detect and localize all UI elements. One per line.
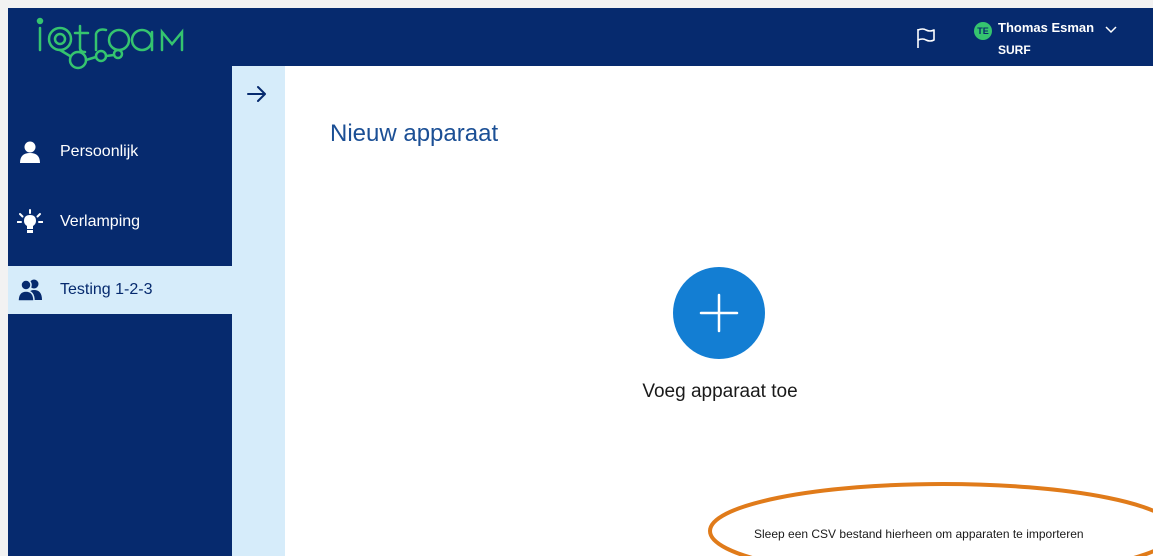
flag-icon[interactable] xyxy=(914,26,938,50)
sidebar-item-label: Testing 1-2-3 xyxy=(60,281,153,298)
group-icon xyxy=(16,276,44,304)
page-title: Nieuw apparaat xyxy=(330,120,499,147)
add-device-label[interactable]: Voeg apparaat toe xyxy=(620,381,820,403)
app-logo[interactable] xyxy=(8,8,232,86)
avatar[interactable]: TE xyxy=(974,22,992,40)
app-window: Persoonlijk Verlamping Testing 1-2-3 TE … xyxy=(8,8,1153,556)
lightbulb-icon xyxy=(16,208,44,236)
sidebar-item-testing[interactable]: Testing 1-2-3 xyxy=(8,266,232,314)
plus-icon xyxy=(699,293,739,333)
add-device-button[interactable] xyxy=(673,267,765,359)
sidebar: Persoonlijk Verlamping Testing 1-2-3 xyxy=(8,8,232,556)
sidebar-item-label: Verlamping xyxy=(60,213,141,230)
arrow-right-icon[interactable] xyxy=(245,82,269,106)
top-bar: TE Thomas Esman SURF xyxy=(232,8,1153,66)
person-icon xyxy=(16,138,44,166)
sidebar-item-label: Persoonlijk xyxy=(60,143,139,160)
sidebar-item-verlamping[interactable]: Verlamping xyxy=(8,198,232,246)
user-name[interactable]: Thomas Esman xyxy=(998,20,1094,35)
user-organization: SURF xyxy=(998,43,1031,57)
iotroam-logo-icon xyxy=(36,17,184,70)
sidebar-collapse-strip xyxy=(232,66,285,556)
chevron-down-icon[interactable] xyxy=(1104,22,1118,36)
sidebar-item-persoonlijk[interactable]: Persoonlijk xyxy=(8,128,232,176)
csv-drop-hint: Sleep een CSV bestand hierheen om appara… xyxy=(754,527,1084,541)
